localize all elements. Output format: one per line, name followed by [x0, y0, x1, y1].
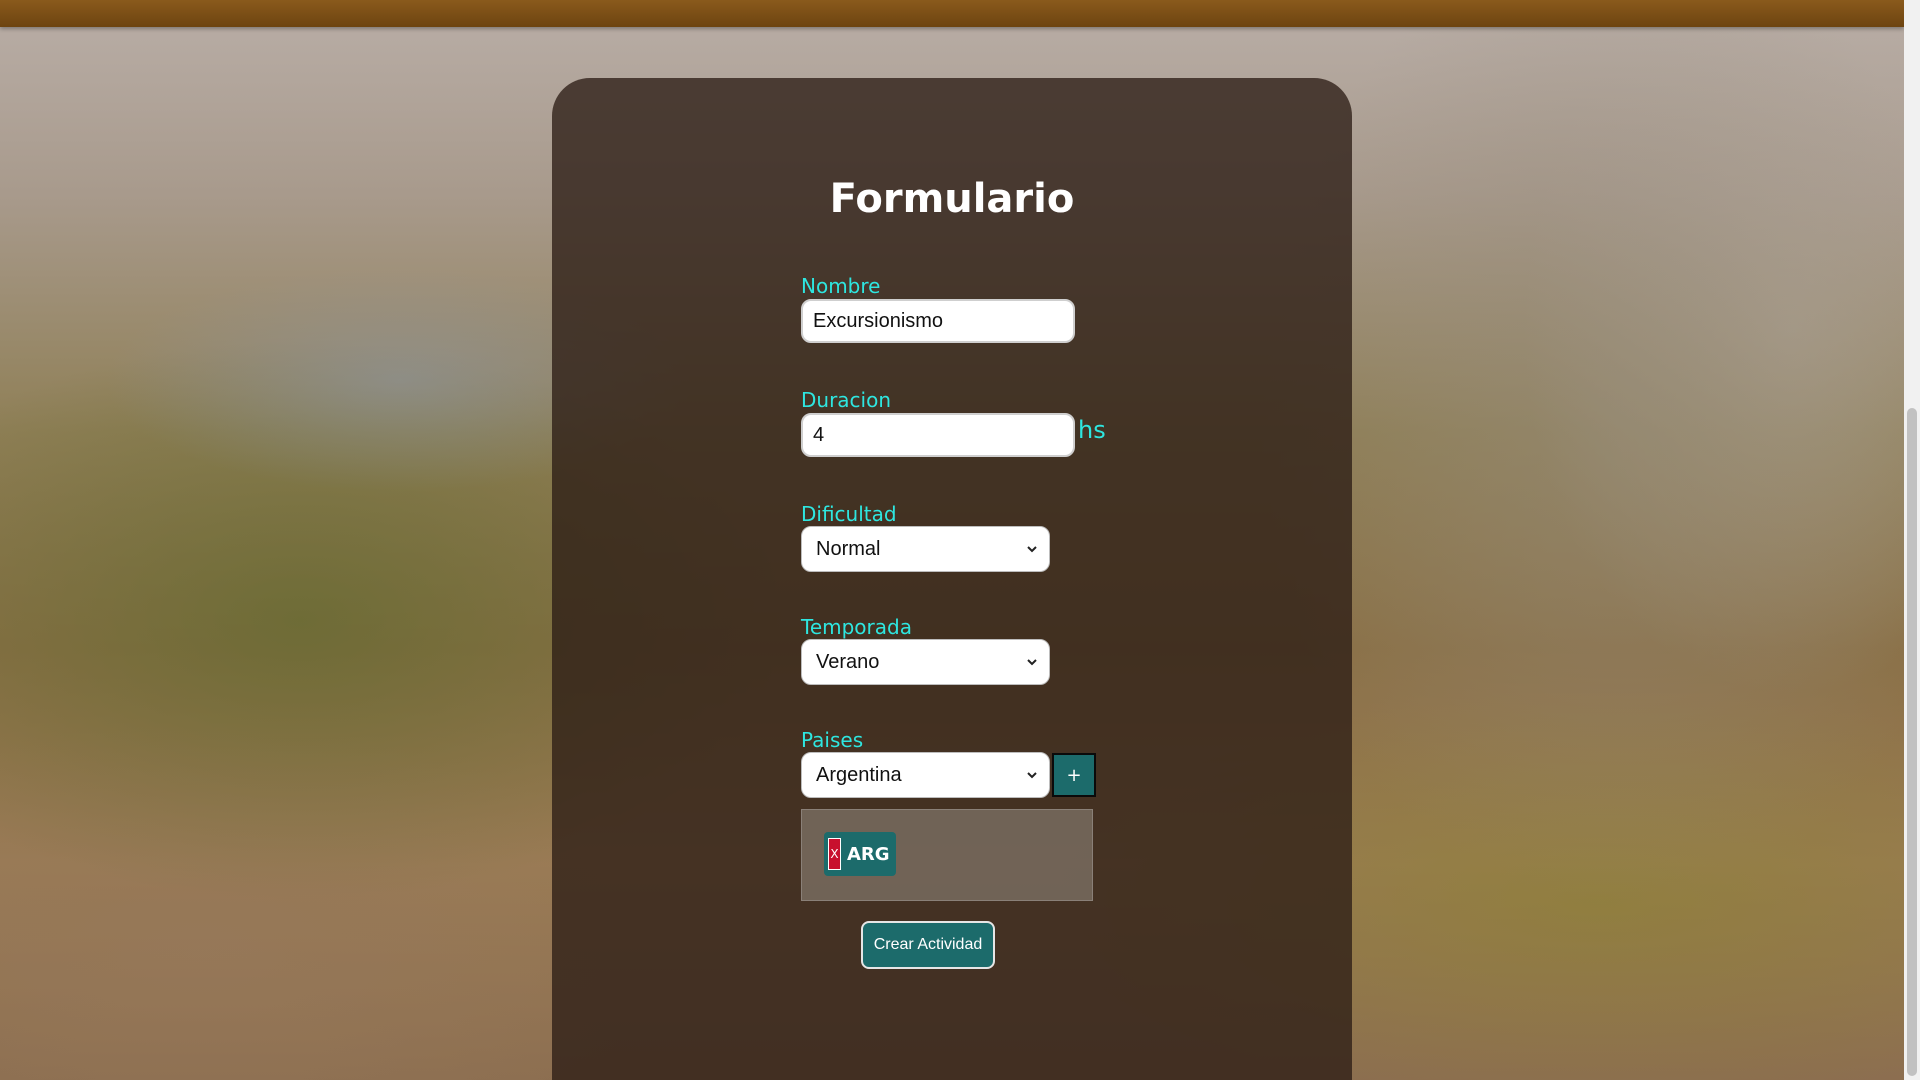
- scrollbar-thumb[interactable]: [1907, 408, 1917, 1076]
- duracion-unit: hs: [1078, 416, 1106, 444]
- temporada-label: Temporada: [801, 615, 912, 639]
- paises-selected-value: Argentina: [816, 763, 902, 786]
- paises-label: Paises: [801, 728, 864, 752]
- dificultad-select[interactable]: Normal: [801, 526, 1050, 572]
- chevron-down-icon: [1027, 659, 1037, 666]
- remove-country-button[interactable]: X: [828, 838, 841, 870]
- form-title: Formulario: [829, 176, 1075, 222]
- paises-select[interactable]: Argentina: [801, 752, 1050, 798]
- temporada-selected-value: Verano: [816, 650, 880, 673]
- top-navbar: [0, 0, 1904, 27]
- duracion-input[interactable]: [801, 413, 1075, 457]
- nombre-label: Nombre: [801, 274, 881, 298]
- create-activity-button[interactable]: Crear Actividad: [861, 921, 995, 969]
- chevron-down-icon: [1027, 772, 1037, 779]
- chevron-down-icon: [1027, 546, 1037, 553]
- country-chip: X ARG: [824, 832, 896, 876]
- add-country-button[interactable]: +: [1052, 753, 1096, 797]
- nombre-input[interactable]: [801, 299, 1075, 343]
- duracion-label: Duracion: [801, 388, 892, 412]
- selected-countries-box: X ARG: [801, 809, 1093, 901]
- dificultad-label: Dificultad: [801, 502, 897, 526]
- country-chip-label: ARG: [847, 843, 890, 865]
- page: Formulario Nombre Duracion hs Dificultad…: [0, 0, 1920, 1080]
- page-scrollbar[interactable]: [1904, 0, 1920, 1080]
- temporada-select[interactable]: Verano: [801, 639, 1050, 685]
- dificultad-selected-value: Normal: [816, 537, 881, 560]
